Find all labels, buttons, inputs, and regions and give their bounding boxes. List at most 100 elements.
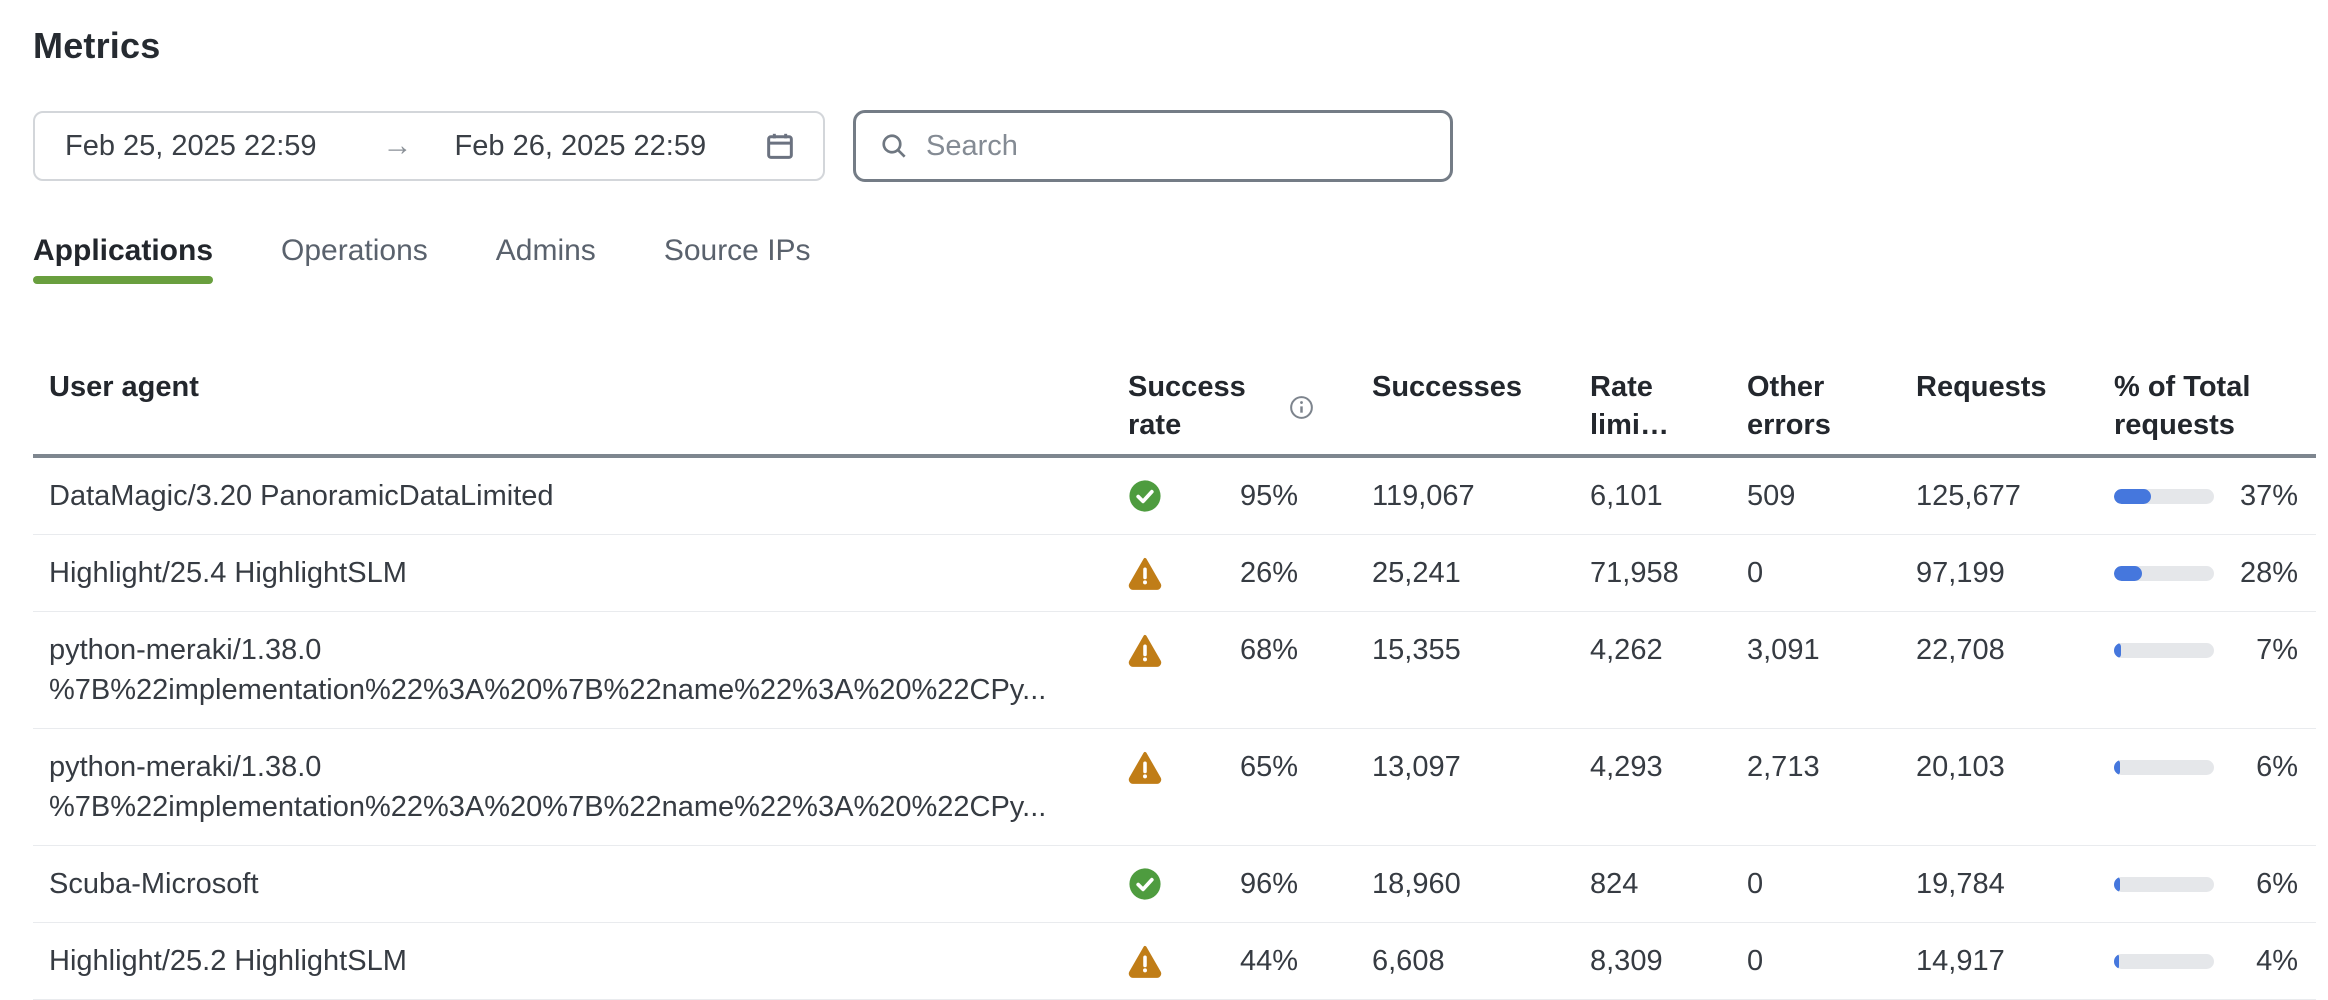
- rate-limited-cell: 71,958: [1574, 535, 1731, 612]
- table-header-row: User agent Success rate: [33, 368, 2316, 456]
- successes-cell: 25,241: [1356, 535, 1574, 612]
- rate-limited-cell: 4,293: [1574, 729, 1731, 846]
- successes-cell: 119,067: [1356, 456, 1574, 535]
- other-errors-cell: 2,713: [1731, 729, 1900, 846]
- metrics-page: Metrics Feb 25, 2025 22:59 → Feb 26, 202…: [0, 0, 2328, 1000]
- success-rate-cell: 44%: [1112, 923, 1356, 1000]
- table-row: Highlight/25.2 HighlightSLM 44%: [33, 923, 2316, 1000]
- date-range-picker[interactable]: Feb 25, 2025 22:59 → Feb 26, 2025 22:59: [33, 111, 825, 181]
- pct-of-total-value: 4%: [2214, 941, 2298, 981]
- success-rate-cell: 96%: [1112, 846, 1356, 923]
- date-end[interactable]: Feb 26, 2025 22:59: [455, 130, 707, 163]
- requests-cell: 22,708: [1900, 612, 2098, 729]
- tab-operations[interactable]: Operations: [281, 234, 428, 284]
- column-header-rate-limited[interactable]: Rate limi…: [1574, 368, 1731, 456]
- filter-controls: Feb 25, 2025 22:59 → Feb 26, 2025 22:59: [33, 110, 2316, 182]
- successes-cell: 6,608: [1356, 923, 1574, 1000]
- pct-of-total-value: 7%: [2214, 630, 2298, 670]
- other-errors-cell: 0: [1731, 923, 1900, 1000]
- user-agent-cell: Highlight/25.4 HighlightSLM: [33, 535, 1112, 612]
- successes-cell: 15,355: [1356, 612, 1574, 729]
- tab-admins[interactable]: Admins: [496, 234, 596, 284]
- requests-cell: 14,917: [1900, 923, 2098, 1000]
- success-icon: [1128, 867, 1162, 901]
- successes-cell: 18,960: [1356, 846, 1574, 923]
- pct-of-total-cell: 28%: [2098, 535, 2316, 612]
- success-rate-value: 68%: [1162, 630, 1344, 670]
- pct-of-total-value: 6%: [2214, 864, 2298, 904]
- pct-of-total-cell: 4%: [2098, 923, 2316, 1000]
- warning-icon: [1128, 750, 1162, 784]
- total-requests-bar-fill: [2114, 877, 2120, 892]
- success-rate-cell: 95%: [1112, 456, 1356, 535]
- user-agent-cell: DataMagic/3.20 PanoramicDataLimited: [33, 456, 1112, 535]
- rate-limited-cell: 4,262: [1574, 612, 1731, 729]
- calendar-icon[interactable]: [763, 129, 797, 163]
- pct-of-total-value: 6%: [2214, 747, 2298, 787]
- rate-limited-cell: 824: [1574, 846, 1731, 923]
- total-requests-bar-fill: [2114, 760, 2120, 775]
- rate-limited-cell: 8,309: [1574, 923, 1731, 1000]
- other-errors-cell: 0: [1731, 846, 1900, 923]
- total-requests-bar: [2114, 954, 2214, 969]
- total-requests-bar-fill: [2114, 489, 2151, 504]
- requests-cell: 19,784: [1900, 846, 2098, 923]
- success-rate-cell: 65%: [1112, 729, 1356, 846]
- success-rate-value: 65%: [1162, 747, 1344, 787]
- success-rate-value: 95%: [1162, 476, 1344, 516]
- total-requests-bar: [2114, 643, 2214, 658]
- warning-icon: [1128, 633, 1162, 667]
- pct-of-total-value: 37%: [2214, 476, 2298, 516]
- search-input[interactable]: [926, 130, 1428, 163]
- other-errors-cell: 0: [1731, 535, 1900, 612]
- column-header-pct-of-total[interactable]: % of Total requests: [2098, 368, 2316, 456]
- user-agent-cell: Scuba-Microsoft: [33, 846, 1112, 923]
- success-rate-cell: 68%: [1112, 612, 1356, 729]
- total-requests-bar: [2114, 760, 2214, 775]
- warning-icon: [1128, 556, 1162, 590]
- warning-icon: [1128, 944, 1162, 978]
- table-row: python-meraki/1.38.0 %7B%22implementatio…: [33, 612, 2316, 729]
- table-row: Scuba-Microsoft 96%: [33, 846, 2316, 923]
- success-rate-cell: 26%: [1112, 535, 1356, 612]
- pct-of-total-cell: 7%: [2098, 612, 2316, 729]
- info-icon[interactable]: [1288, 394, 1315, 421]
- metrics-table: User agent Success rate: [33, 368, 2316, 1000]
- total-requests-bar: [2114, 566, 2214, 581]
- table-row: DataMagic/3.20 PanoramicDataLimited: [33, 456, 2316, 535]
- total-requests-bar: [2114, 489, 2214, 504]
- pct-of-total-value: 28%: [2214, 553, 2298, 593]
- success-icon: [1128, 479, 1162, 513]
- requests-cell: 97,199: [1900, 535, 2098, 612]
- table-row: python-meraki/1.38.0 %7B%22implementatio…: [33, 729, 2316, 846]
- column-header-successes[interactable]: Successes: [1356, 368, 1574, 456]
- pct-of-total-cell: 37%: [2098, 456, 2316, 535]
- user-agent-cell: Highlight/25.2 HighlightSLM: [33, 923, 1112, 1000]
- total-requests-bar-fill: [2114, 954, 2119, 969]
- column-header-other-errors[interactable]: Other errors: [1731, 368, 1900, 456]
- success-rate-value: 26%: [1162, 553, 1344, 593]
- column-header-requests[interactable]: Requests: [1900, 368, 2098, 456]
- date-start[interactable]: Feb 25, 2025 22:59: [65, 130, 317, 163]
- column-header-user-agent[interactable]: User agent: [33, 368, 1112, 456]
- total-requests-bar-fill: [2114, 566, 2142, 581]
- other-errors-cell: 3,091: [1731, 612, 1900, 729]
- column-header-success-rate[interactable]: Success rate: [1112, 368, 1356, 456]
- search-box[interactable]: [853, 110, 1453, 182]
- tab-source-ips[interactable]: Source IPs: [664, 234, 811, 284]
- total-requests-bar: [2114, 877, 2214, 892]
- user-agent-cell: python-meraki/1.38.0 %7B%22implementatio…: [33, 612, 1112, 729]
- table-row: Highlight/25.4 HighlightSLM 26%: [33, 535, 2316, 612]
- success-rate-value: 96%: [1162, 864, 1344, 904]
- requests-cell: 125,677: [1900, 456, 2098, 535]
- search-icon: [878, 130, 910, 162]
- other-errors-cell: 509: [1731, 456, 1900, 535]
- requests-cell: 20,103: [1900, 729, 2098, 846]
- tab-bar: Applications Operations Admins Source IP…: [33, 234, 2316, 284]
- user-agent-cell: python-meraki/1.38.0 %7B%22implementatio…: [33, 729, 1112, 846]
- page-title: Metrics: [33, 24, 2316, 68]
- pct-of-total-cell: 6%: [2098, 729, 2316, 846]
- tab-applications[interactable]: Applications: [33, 234, 213, 284]
- arrow-right-icon: →: [383, 129, 413, 163]
- successes-cell: 13,097: [1356, 729, 1574, 846]
